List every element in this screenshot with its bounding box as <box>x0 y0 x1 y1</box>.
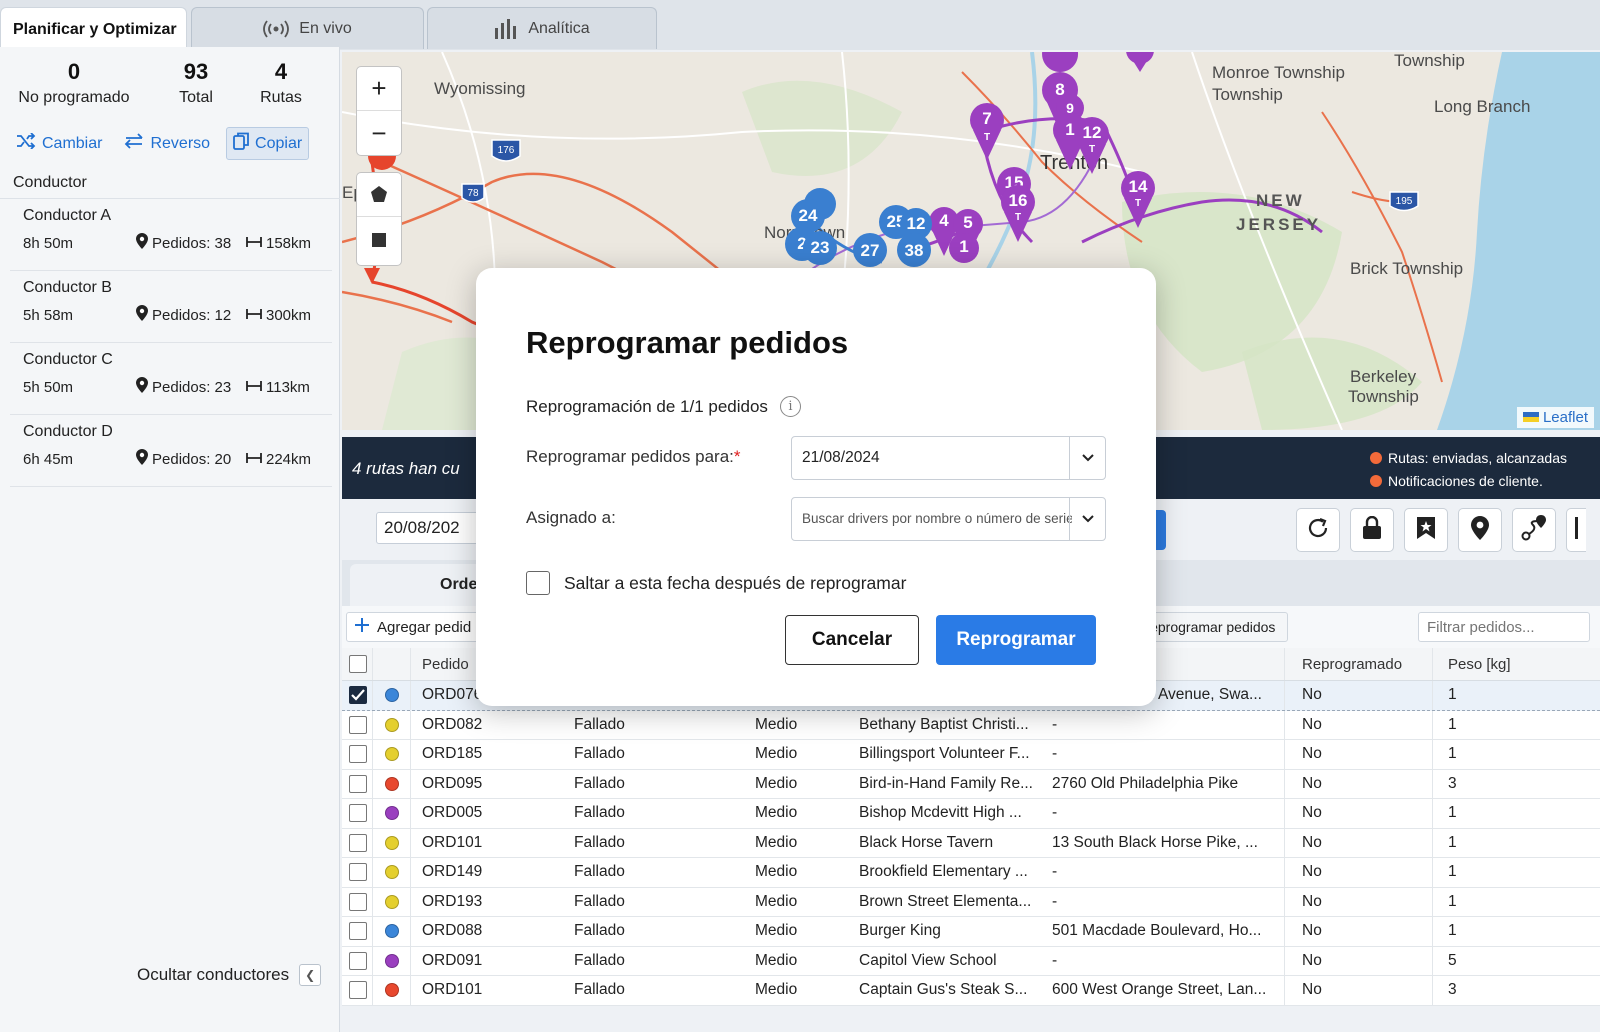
reprogram-button[interactable]: Reprogramar <box>936 615 1096 665</box>
modal-overlay: Reprogramar pedidos Reprogramación de 1/… <box>0 0 1600 1032</box>
subtitle-text: Reprogramación de 1/1 pedidos <box>526 396 768 416</box>
chevron-down-icon[interactable] <box>1069 498 1105 540</box>
cancel-button[interactable]: Cancelar <box>785 615 919 665</box>
selected-date: 21/08/2024 <box>802 449 880 466</box>
reschedule-date-select[interactable]: 21/08/2024 <box>791 436 1106 480</box>
jump-to-date-label: Saltar a esta fecha después de reprogram… <box>564 572 907 593</box>
driver-search-placeholder: Buscar drivers por nombre o número de se… <box>802 511 1072 526</box>
assigned-driver-select[interactable]: Buscar drivers por nombre o número de se… <box>791 497 1106 541</box>
jump-to-date-option[interactable]: Saltar a esta fecha después de reprogram… <box>526 571 906 595</box>
dialog-subtitle: Reprogramación de 1/1 pedidos i <box>526 396 801 417</box>
date-field-label: Reprogramar pedidos para:* <box>526 447 741 467</box>
required-marker: * <box>733 447 741 466</box>
assigned-label: Asignado a: <box>526 508 616 527</box>
date-label-text: Reprogramar pedidos para: <box>526 447 734 466</box>
jump-to-date-checkbox[interactable] <box>526 571 550 595</box>
reschedule-dialog: Reprogramar pedidos Reprogramación de 1/… <box>476 268 1156 706</box>
info-icon[interactable]: i <box>779 396 801 417</box>
dialog-title: Reprogramar pedidos <box>526 325 849 360</box>
chevron-down-icon[interactable] <box>1069 437 1105 479</box>
